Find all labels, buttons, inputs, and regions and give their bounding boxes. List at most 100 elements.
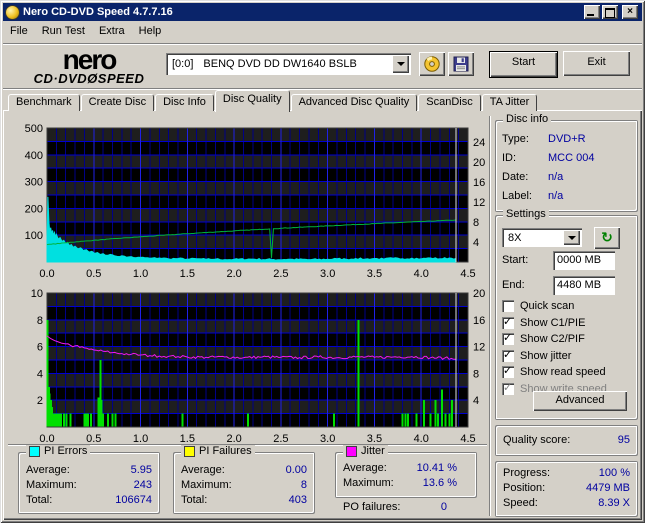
close-icon: × xyxy=(627,7,633,17)
pi-failures-label: Total: xyxy=(181,493,207,508)
progress-value: 100 % xyxy=(599,466,630,481)
disc-info-title: Disc info xyxy=(503,113,551,125)
drive-selector-text: [0:0]BENQ DVD DD DW1640 BSLB xyxy=(166,58,392,70)
speed-select-dropdown-button[interactable] xyxy=(563,230,580,245)
start-field-label: Start: xyxy=(502,254,528,266)
svg-text:1.0: 1.0 xyxy=(133,268,148,280)
checkbox-show-read-speed[interactable]: ✓Show read speed xyxy=(502,365,606,379)
drive-selector[interactable]: [0:0]BENQ DVD DD DW1640 BSLB xyxy=(166,53,411,75)
checkbox-box[interactable]: ✓ xyxy=(502,317,514,329)
progress-label: Progress: xyxy=(503,466,550,481)
svg-text:16: 16 xyxy=(473,315,485,327)
po-failures-row: PO failures: 0 xyxy=(335,500,455,515)
exit-button[interactable]: Exit xyxy=(563,51,630,76)
advanced-button[interactable]: Advanced xyxy=(533,391,627,411)
jitter-value: 13.6 % xyxy=(423,476,457,491)
checkbox-box[interactable]: ✓ xyxy=(502,366,514,378)
eject-disc-button[interactable] xyxy=(419,52,445,76)
pi-failures-row: Maximum:8 xyxy=(173,478,315,493)
maximize-button[interactable] xyxy=(602,5,618,19)
menu-item-run-test[interactable]: Run Test xyxy=(35,22,92,40)
speed-select-value: 8X xyxy=(502,232,563,244)
checkbox-quick-scan[interactable]: Quick scan xyxy=(502,299,574,313)
save-results-button[interactable] xyxy=(448,52,474,76)
pi-errors-group: PI Errors Average:5.95Maximum:243Total:1… xyxy=(18,452,160,514)
close-button[interactable]: × xyxy=(622,5,638,19)
svg-text:3.5: 3.5 xyxy=(367,268,382,280)
svg-text:16: 16 xyxy=(473,177,485,189)
pi-errors-value: 106674 xyxy=(115,493,152,508)
jitter-row: Maximum:13.6 % xyxy=(335,476,477,491)
menu-item-file[interactable]: File xyxy=(3,22,35,40)
svg-text:20: 20 xyxy=(473,288,485,300)
toolbar-separator xyxy=(3,88,642,90)
pi-errors-row: Maximum:243 xyxy=(18,478,160,493)
checkmark-icon: ✓ xyxy=(503,315,512,328)
menu-item-help[interactable]: Help xyxy=(132,22,169,40)
quality-score-value: 95 xyxy=(618,433,630,448)
svg-text:200: 200 xyxy=(25,203,43,215)
end-field-label: End: xyxy=(502,279,525,291)
progress-label: Position: xyxy=(503,481,545,496)
tab-disc-quality[interactable]: Disc Quality xyxy=(215,90,290,112)
disc-info-label: ID: xyxy=(502,149,548,168)
minimize-button[interactable] xyxy=(584,5,600,19)
progress-value: 4479 MB xyxy=(586,481,630,496)
disc-info-row: ID:MCC 004 xyxy=(495,149,638,168)
checkbox-box[interactable]: ✓ xyxy=(502,333,514,345)
po-failures-value: 0 xyxy=(441,500,447,515)
svg-text:0.0: 0.0 xyxy=(39,268,54,280)
jitter-swatch xyxy=(346,446,357,457)
settings-title: Settings xyxy=(503,208,549,220)
checkbox-show-jitter[interactable]: ✓ Show jitter xyxy=(502,349,571,363)
checkbox-box[interactable]: ✓ xyxy=(502,383,514,395)
svg-text:4: 4 xyxy=(37,368,43,380)
checkmark-icon: ✓ xyxy=(503,381,512,394)
checkbox-label: Show jitter xyxy=(520,350,571,362)
pi-errors-swatch xyxy=(29,446,40,457)
svg-text:2.0: 2.0 xyxy=(226,268,241,280)
checkbox-box[interactable] xyxy=(502,300,514,312)
tab-disc-info[interactable]: Disc Info xyxy=(155,94,214,111)
tab-benchmark[interactable]: Benchmark xyxy=(8,94,80,111)
svg-text:300: 300 xyxy=(25,177,43,189)
pi-failures-label: Maximum: xyxy=(181,478,232,493)
tab-ta-jitter[interactable]: TA Jitter xyxy=(482,94,538,111)
checkbox-show-c2-pif[interactable]: ✓Show C2/PIF xyxy=(502,332,585,346)
svg-text:24: 24 xyxy=(473,137,485,149)
maximize-icon xyxy=(605,8,615,18)
svg-text:8: 8 xyxy=(473,368,479,380)
tab-bar: BenchmarkCreate DiscDisc InfoDisc Qualit… xyxy=(8,93,538,111)
refresh-button[interactable]: ↻ xyxy=(594,227,620,249)
disc-info-value: n/a xyxy=(548,168,563,187)
svg-text:8: 8 xyxy=(37,315,43,327)
pi-errors-label: Average: xyxy=(26,463,70,478)
svg-text:6: 6 xyxy=(37,342,43,354)
pi-failures-jitter-chart: 0.00.51.01.52.02.53.03.54.04.52468104812… xyxy=(8,283,487,445)
pi-failures-swatch xyxy=(184,446,195,457)
titlebar: Nero CD-DVD Speed 4.7.7.16 × xyxy=(3,3,642,21)
drive-selector-dropdown-button[interactable] xyxy=(392,55,409,73)
start-button[interactable]: Start xyxy=(489,51,558,78)
jitter-group: Jitter Average:10.41 %Maximum:13.6 % xyxy=(335,452,477,498)
app-window: Nero CD-DVD Speed 4.7.7.16 × FileRun Tes… xyxy=(0,0,645,523)
start-mb-field[interactable] xyxy=(553,251,615,270)
checkbox-show-c1-pie[interactable]: ✓ Show C1/PIE xyxy=(502,316,585,330)
menu-item-extra[interactable]: Extra xyxy=(92,22,132,40)
disc-icon xyxy=(423,55,441,73)
pi-errors-value: 243 xyxy=(134,478,152,493)
checkbox-box[interactable]: ✓ xyxy=(502,350,514,362)
pi-errors-value: 5.95 xyxy=(131,463,152,478)
checkbox-label: Show C1/PIE xyxy=(520,317,585,329)
disc-info-label: Label: xyxy=(502,187,548,206)
progress-row: Position: 4479 MB xyxy=(495,481,638,496)
pi-errors-label: Total: xyxy=(26,493,52,508)
speed-select[interactable]: 8X xyxy=(502,228,582,247)
end-mb-field[interactable] xyxy=(553,276,615,295)
tab-advanced-disc-quality[interactable]: Advanced Disc Quality xyxy=(291,94,418,111)
tab-scandisc[interactable]: ScanDisc xyxy=(418,94,480,111)
quality-score-group: Quality score: 95 xyxy=(495,425,638,456)
refresh-icon: ↻ xyxy=(601,229,613,245)
tab-create-disc[interactable]: Create Disc xyxy=(81,94,154,111)
minimize-icon xyxy=(587,14,594,16)
